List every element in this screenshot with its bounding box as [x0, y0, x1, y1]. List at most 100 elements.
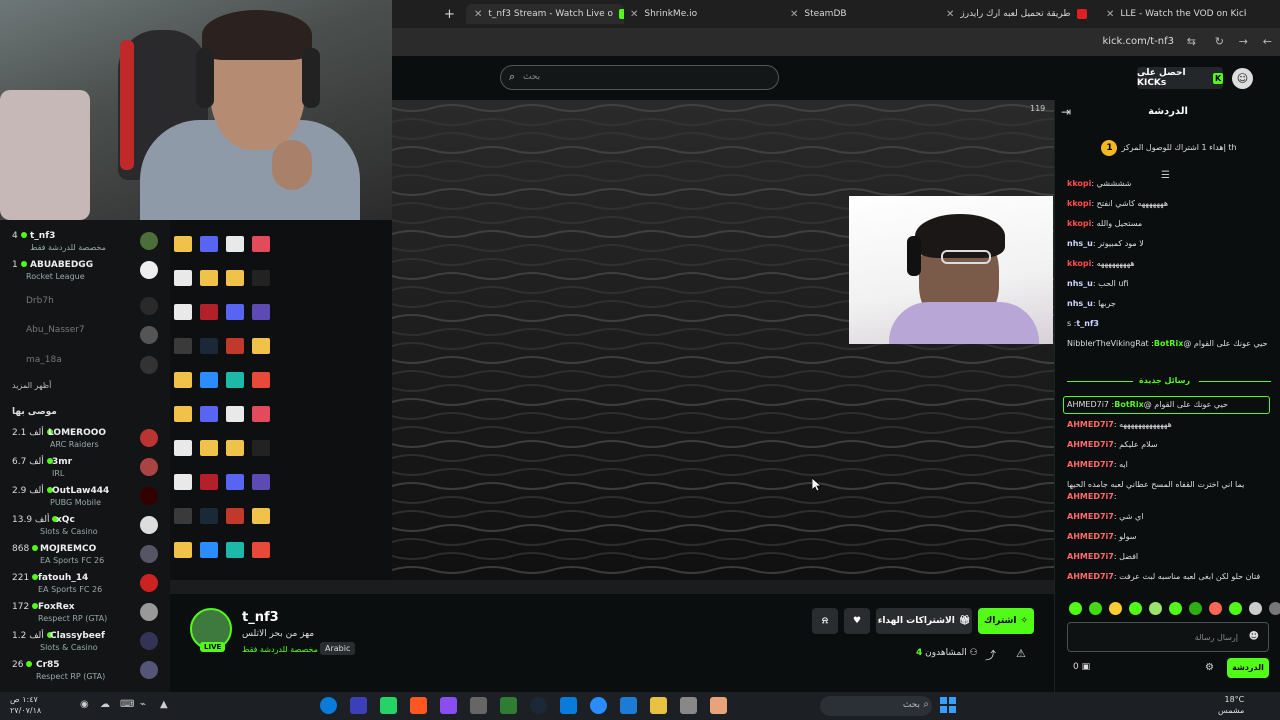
steam-icon[interactable] — [320, 697, 337, 714]
reload-icon[interactable]: ↻ — [1215, 35, 1224, 48]
chat-username[interactable]: AHMED7i7 — [1067, 532, 1114, 541]
weather-widget[interactable]: 18°C مشمس — [1218, 694, 1244, 716]
xbox-icon[interactable] — [500, 697, 517, 714]
chat-username[interactable]: nhs_u — [1067, 279, 1093, 288]
emote-icon[interactable] — [1109, 602, 1122, 615]
windows-start-icon[interactable] — [940, 697, 956, 713]
emote-icon[interactable] — [1129, 602, 1142, 615]
emoji-icon[interactable]: ☻ — [1249, 631, 1259, 642]
chat-username[interactable]: kkopi — [1067, 219, 1091, 228]
sidebar-channel-xqc[interactable]: 13.9 ألف xQc Slots & Casino — [0, 513, 170, 543]
system-tray-icon[interactable]: ⌁ — [140, 699, 146, 710]
edge-icon[interactable] — [560, 697, 577, 714]
chat-username[interactable]: AHMED7i7 — [1067, 492, 1114, 501]
chat-username[interactable]: AHMED7i7 — [1067, 440, 1114, 449]
tune-icon[interactable]: ⇆ — [1187, 35, 1196, 48]
notification-button[interactable]: ⍾ — [812, 608, 838, 634]
emote-icon[interactable] — [1249, 602, 1262, 615]
tab-t-nf3-stream[interactable]: ✕ t_nf3 Stream - Watch Live o — [466, 4, 624, 24]
url-field[interactable]: kick.com/t-nf3 — [1102, 36, 1174, 47]
close-icon[interactable]: ✕ — [1106, 9, 1114, 20]
emote-icon[interactable] — [1229, 602, 1242, 615]
system-clock[interactable]: ١:٤٧ ص ٢٧/٠٧/١٨ — [10, 694, 41, 716]
back-icon[interactable]: ← — [1263, 35, 1272, 48]
sidebar-channel-mojremco[interactable]: 868 MOJREMCO EA Sports FC 26 — [0, 542, 170, 572]
discord-icon[interactable] — [350, 697, 367, 714]
chat-username[interactable]: kkopi — [1067, 199, 1091, 208]
pinned-gift-banner[interactable]: 1 إهداء 1 اشتراك للوصول المركز th — [1069, 140, 1269, 156]
gift-subs-button[interactable]: الاشتراكات الهداء 🎁︎ — [876, 608, 972, 634]
whatsapp-icon[interactable] — [380, 697, 397, 714]
app-icon[interactable] — [470, 697, 487, 714]
subscribe-button[interactable]: اشتراك ✧ — [978, 608, 1034, 634]
system-tray-icon[interactable]: ▲ — [160, 699, 168, 710]
system-tray-icon[interactable]: ☁ — [100, 699, 110, 710]
outlook-icon[interactable] — [620, 697, 637, 714]
emote-icon[interactable] — [1209, 602, 1222, 615]
emote-icon[interactable] — [1189, 602, 1202, 615]
new-tab-button[interactable]: + — [444, 4, 458, 24]
get-kicks-button[interactable]: احصل على KICKs K — [1137, 67, 1223, 89]
close-icon[interactable]: ✕ — [946, 9, 954, 20]
emote-icon[interactable] — [1149, 602, 1162, 615]
streamer-name[interactable]: t_nf3 — [242, 610, 279, 625]
tab-shrinkme[interactable]: ✕ ShrinkMe.io — [630, 4, 780, 24]
chat-username[interactable]: kkopi — [1067, 179, 1091, 188]
chat-username[interactable]: BotRix — [1114, 400, 1143, 409]
stream-language-tag[interactable]: Arabic — [320, 642, 356, 655]
sidebar-channel-ma-18a[interactable]: ma_18a — [0, 353, 170, 383]
sidebar-channel-foxrex[interactable]: 172 FoxRex Respect RP (GTA) — [0, 600, 170, 630]
chat-username[interactable]: AHMED7i7 — [1067, 552, 1114, 561]
emote-icon[interactable] — [1269, 602, 1280, 615]
follow-button[interactable]: ♥ — [844, 608, 870, 634]
chat-username[interactable]: AHMED7i7 — [1067, 460, 1114, 469]
stream-category[interactable]: مخصصة للدردشة فقط — [242, 645, 318, 654]
sidebar-channel-drb7h[interactable]: Drb7h — [0, 294, 170, 324]
chat-username[interactable]: BotRix — [1154, 339, 1183, 348]
chat-username[interactable]: nhs_u — [1067, 299, 1093, 308]
sidebar-channel-classybeef[interactable]: 1.2 ألف Classybeef Slots & Casino — [0, 629, 170, 659]
close-icon[interactable]: ✕ — [630, 9, 638, 20]
sidebar-channel-t-nf3[interactable]: 4 t_nf3 مخصصة للدردشة فقط — [0, 229, 170, 259]
share-icon[interactable]: ⤴ — [985, 647, 996, 663]
app-icon[interactable] — [680, 697, 697, 714]
channel-points[interactable]: 0 ▣ — [1073, 662, 1090, 672]
teams-icon[interactable] — [440, 697, 457, 714]
system-tray-icon[interactable]: ⌨ — [120, 699, 134, 710]
file-explorer-icon[interactable] — [650, 697, 667, 714]
chat-send-button[interactable]: الدردشة — [1227, 658, 1269, 678]
system-tray-icon[interactable]: ◉ — [80, 699, 89, 710]
sidebar-channel-lomerooo[interactable]: 2.1 ألف LOMEROOO ARC Raiders — [0, 426, 170, 456]
sidebar-channel-abuabedgg[interactable]: 1 ABUABEDGG Rocket League — [0, 258, 170, 288]
emote-icon[interactable] — [1069, 602, 1082, 615]
chat-username[interactable]: nhs_u — [1067, 239, 1093, 248]
tab-lle-vod[interactable]: ✕ LLE - Watch the VOD on Kick — [1106, 4, 1246, 24]
sidebar-channel-cr85[interactable]: 26 Cr85 Respect RP (GTA) — [0, 658, 170, 688]
gear-icon[interactable]: ⚙ — [1205, 662, 1214, 673]
emote-icon[interactable] — [1089, 602, 1102, 615]
brave-icon[interactable] — [410, 697, 427, 714]
steam-icon[interactable] — [530, 697, 547, 714]
chat-username[interactable]: AHMED7i7 — [1067, 420, 1114, 429]
taskbar-search[interactable]: بحث ⌕ — [820, 696, 932, 716]
search-input[interactable]: ⌕ بحث — [500, 65, 779, 90]
show-more-link[interactable]: أظهر المزيد — [12, 381, 51, 390]
sidebar-channel-3mr[interactable]: 6.7 ألف 3mr IRL — [0, 455, 170, 485]
chat-input[interactable]: إرسال رسالة ☻ — [1067, 622, 1269, 652]
chat-username[interactable]: kkopi — [1067, 259, 1091, 268]
sidebar-channel-abu-nasser7[interactable]: Abu_Nasser7 — [0, 323, 170, 353]
emote-icon[interactable] — [1169, 602, 1182, 615]
chat-username[interactable]: t_nf3 — [1076, 319, 1099, 328]
close-icon[interactable]: ✕ — [474, 9, 482, 20]
warning-icon[interactable]: ⚠ — [1016, 647, 1026, 660]
sidebar-channel-outlaw444[interactable]: 2.9 ألف OutLaw444 PUBG Mobile — [0, 484, 170, 514]
sidebar-channel-fatouh-14[interactable]: 221 fatouh_14 EA Sports FC 26 — [0, 571, 170, 601]
chat-username[interactable]: AHMED7i7 — [1067, 512, 1114, 521]
chat-username[interactable]: AHMED7i7 — [1067, 572, 1114, 581]
close-icon[interactable]: ✕ — [790, 9, 798, 20]
forward-icon[interactable]: → — [1239, 35, 1248, 48]
user-avatar[interactable]: ☺ — [1232, 68, 1253, 89]
tab-steamdb[interactable]: ✕ SteamDB — [790, 4, 930, 24]
chrome-icon[interactable] — [590, 697, 607, 714]
tab-arc-raiders-guide[interactable]: ✕ طريقة تحميل لعبه ارك رايدرز — [946, 4, 1096, 24]
